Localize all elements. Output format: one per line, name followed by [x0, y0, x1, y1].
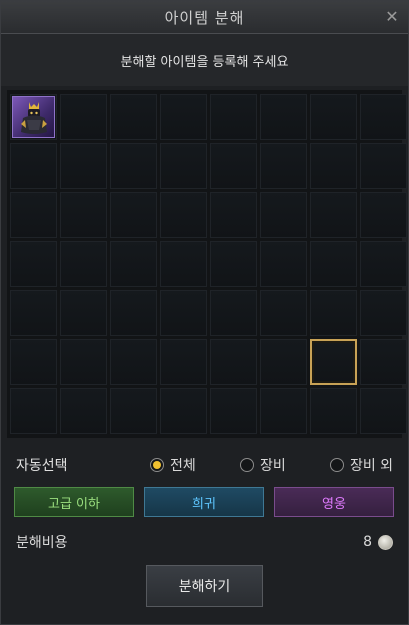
item-slot[interactable] [60, 192, 107, 238]
item-slot[interactable] [10, 241, 57, 287]
radio-all[interactable]: 전체 [149, 455, 240, 475]
item-slot[interactable] [160, 290, 207, 336]
item-slot[interactable] [260, 192, 307, 238]
item-slot[interactable] [210, 290, 257, 336]
item-slot[interactable] [260, 388, 307, 434]
item-slot[interactable] [260, 94, 307, 140]
item-slot[interactable] [210, 94, 257, 140]
item-slot[interactable] [110, 290, 157, 336]
radio-equipment[interactable]: 장비 [239, 455, 330, 475]
options-panel: 자동선택 전체 장비 장비 외 고급 이하 희귀 영웅 분해비용 8 분해하기 [1, 449, 408, 607]
silver-coin-icon [378, 534, 393, 550]
item-slot[interactable] [60, 290, 107, 336]
item-slot[interactable] [260, 143, 307, 189]
item-slot[interactable] [110, 339, 157, 385]
cost-row: 분해비용 8 [1, 527, 408, 557]
item-slot[interactable] [10, 290, 57, 336]
decompose-window: 아이템 분해 ✕ 분해할 아이템을 등록해 주세요 자동선택 전체 장비 장비 … [0, 0, 409, 625]
item-slot[interactable] [10, 388, 57, 434]
item-slot[interactable] [310, 388, 357, 434]
action-wrap: 분해하기 [1, 565, 408, 607]
item-slot[interactable] [60, 143, 107, 189]
item-slot[interactable] [160, 192, 207, 238]
cost-value: 8 [363, 534, 372, 550]
item-slot[interactable] [310, 143, 357, 189]
item-slot[interactable] [210, 241, 257, 287]
auto-select-row: 자동선택 전체 장비 장비 외 [1, 449, 408, 481]
item-slot[interactable] [360, 388, 407, 434]
item-slot[interactable] [160, 94, 207, 140]
item-slot[interactable] [310, 192, 357, 238]
auto-select-label: 자동선택 [16, 458, 68, 474]
item-slot[interactable] [360, 290, 407, 336]
item-slot[interactable] [60, 241, 107, 287]
item-slot[interactable] [160, 339, 207, 385]
close-icon[interactable]: ✕ [382, 6, 402, 26]
armored-character-item-icon[interactable] [12, 96, 55, 138]
decompose-button[interactable]: 분해하기 [146, 565, 263, 607]
cost-value-group: 8 [363, 534, 393, 550]
item-slot[interactable] [60, 94, 107, 140]
radio-all-label: 전체 [169, 458, 196, 474]
item-slot[interactable] [260, 290, 307, 336]
item-slot[interactable] [260, 339, 307, 385]
item-slot[interactable] [60, 388, 107, 434]
item-slot[interactable] [60, 339, 107, 385]
radio-all-indicator[interactable] [149, 458, 164, 472]
item-slot[interactable] [110, 94, 157, 140]
grade-hero-button[interactable]: 영웅 [274, 487, 394, 517]
item-slot[interactable] [110, 241, 157, 287]
item-slot[interactable] [360, 143, 407, 189]
item-slot[interactable] [210, 192, 257, 238]
grade-rare-button[interactable]: 희귀 [144, 487, 264, 517]
item-slot[interactable] [360, 241, 407, 287]
item-slot[interactable] [160, 241, 207, 287]
item-slot[interactable] [110, 143, 157, 189]
radio-non-equipment-label: 장비 외 [349, 458, 394, 474]
item-slot[interactable] [110, 192, 157, 238]
item-slot[interactable] [10, 192, 57, 238]
item-slot[interactable] [360, 94, 407, 140]
item-slot[interactable] [10, 143, 57, 189]
item-slot[interactable] [10, 339, 57, 385]
radio-equipment-indicator[interactable] [239, 458, 254, 472]
window-title: 아이템 분해 [164, 8, 245, 27]
item-slot[interactable] [310, 290, 357, 336]
item-slot[interactable] [210, 143, 257, 189]
item-slot[interactable] [310, 94, 357, 140]
item-grid [10, 94, 407, 434]
radio-non-equipment-indicator[interactable] [329, 458, 344, 472]
radio-equipment-label: 장비 [259, 458, 286, 474]
item-slot[interactable] [210, 388, 257, 434]
item-slot[interactable] [210, 339, 257, 385]
grade-filter-row: 고급 이하 희귀 영웅 [1, 481, 408, 517]
item-slot[interactable] [360, 192, 407, 238]
item-slot-highlighted[interactable] [310, 339, 357, 385]
item-grid-panel [7, 90, 407, 438]
item-slot[interactable] [160, 143, 207, 189]
title-bar: 아이템 분해 ✕ [1, 1, 408, 34]
item-slot[interactable] [360, 339, 407, 385]
grade-advanced-below-button[interactable]: 고급 이하 [14, 487, 134, 517]
item-slot[interactable] [110, 388, 157, 434]
radio-non-equipment[interactable]: 장비 외 [329, 455, 394, 475]
item-slot[interactable] [310, 241, 357, 287]
item-slot[interactable] [160, 388, 207, 434]
cost-label: 분해비용 [16, 535, 68, 551]
item-slot[interactable] [10, 94, 57, 140]
instruction-text: 분해할 아이템을 등록해 주세요 [1, 34, 408, 86]
item-slot[interactable] [260, 241, 307, 287]
